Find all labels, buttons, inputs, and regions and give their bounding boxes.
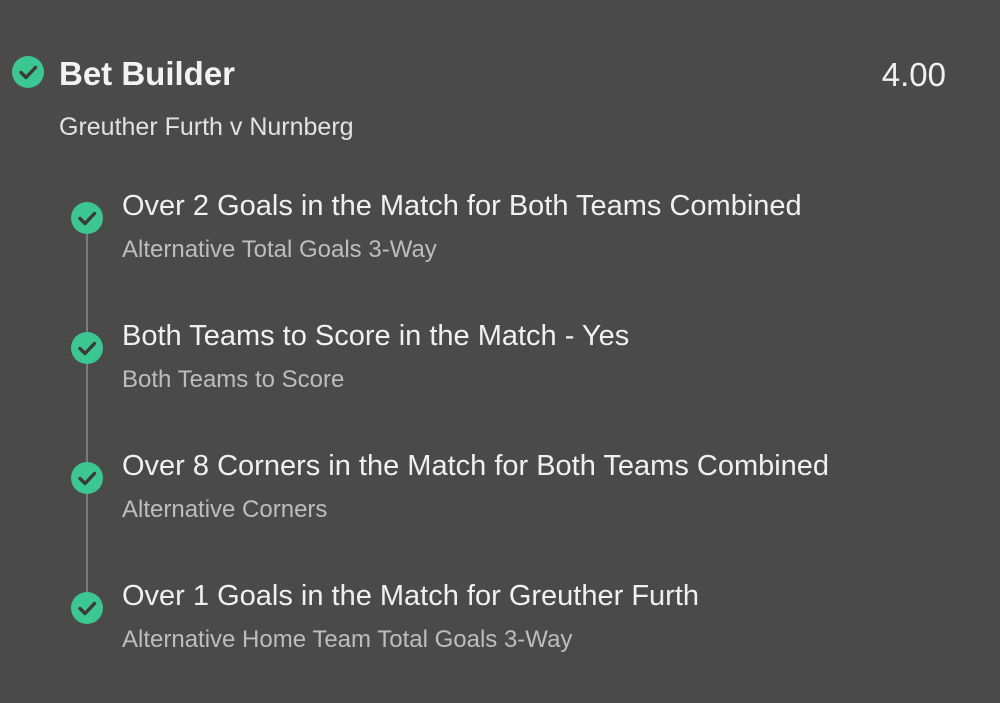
leg-selection: Both Teams to Score in the Match - Yes xyxy=(122,320,630,352)
leg-market: Both Teams to Score xyxy=(122,366,345,393)
bet-leg: Both Teams to Score in the Match - Yes B… xyxy=(0,315,1000,415)
check-circle-icon xyxy=(71,462,103,494)
leg-market: Alternative Home Team Total Goals 3-Way xyxy=(122,626,573,653)
leg-selection: Over 2 Goals in the Match for Both Teams… xyxy=(122,190,802,222)
check-circle-icon xyxy=(71,202,103,234)
check-circle-icon xyxy=(71,332,103,364)
bet-leg: Over 8 Corners in the Match for Both Tea… xyxy=(0,445,1000,545)
match-name: Greuther Furth v Nurnberg xyxy=(59,113,354,141)
check-circle-icon xyxy=(71,592,103,624)
bet-title: Bet Builder xyxy=(59,55,236,92)
bet-builder-card: Bet Builder 4.00 Greuther Furth v Nurnbe… xyxy=(0,0,1000,703)
leg-selection: Over 8 Corners in the Match for Both Tea… xyxy=(122,450,830,482)
leg-market: Alternative Total Goals 3-Way xyxy=(122,236,437,263)
leg-market: Alternative Corners xyxy=(122,496,328,523)
check-circle-icon xyxy=(12,56,44,88)
leg-selection: Over 1 Goals in the Match for Greuther F… xyxy=(122,580,700,612)
bet-leg: Over 2 Goals in the Match for Both Teams… xyxy=(0,185,1000,285)
bet-leg: Over 1 Goals in the Match for Greuther F… xyxy=(0,575,1000,675)
bet-odds: 4.00 xyxy=(881,56,946,93)
